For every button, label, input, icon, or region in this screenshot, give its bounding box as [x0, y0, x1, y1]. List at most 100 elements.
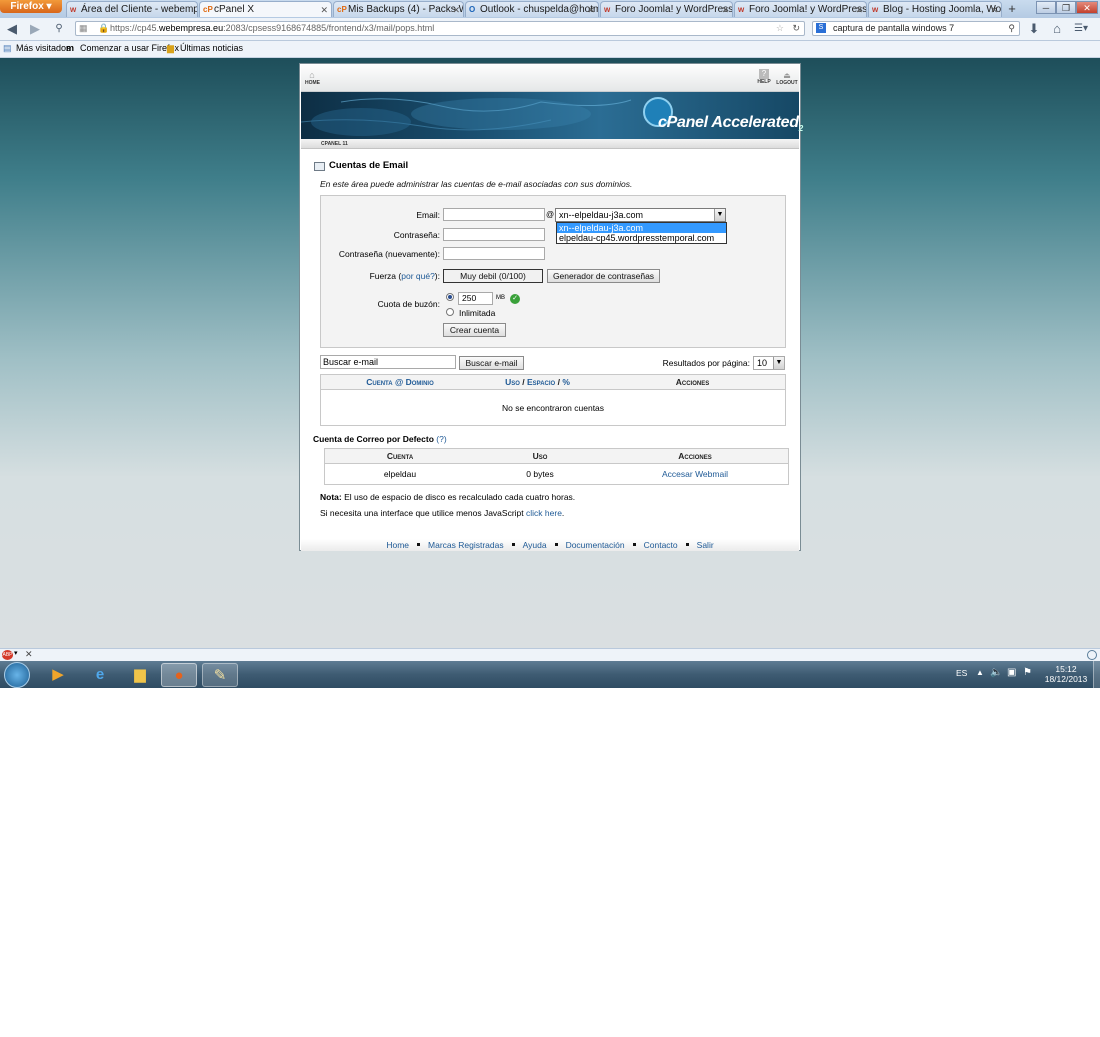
media-player-icon[interactable]: ▶ — [40, 663, 76, 687]
maximize-icon[interactable]: ❐ — [1056, 1, 1076, 14]
clock[interactable]: 15:12 18/12/2013 — [1040, 664, 1092, 684]
firefox-menu-button[interactable]: Firefox ▾ — [0, 0, 62, 13]
sync-icon[interactable] — [1087, 650, 1097, 660]
close-tab-icon[interactable]: ✕ — [587, 2, 595, 17]
downloads-icon[interactable]: ⬇ — [1025, 21, 1043, 37]
col-usage-sep: / — [522, 377, 525, 387]
domain-select[interactable]: xn--elpeldau-j3a.com — [555, 208, 726, 222]
paint-taskbar-icon[interactable]: ✎ — [202, 663, 238, 687]
tab-label: Foro Joomla! y WordPress :: ... — [615, 4, 733, 15]
bookmark-comenzar-firefox[interactable]: Comenzar a usar Firefox — [80, 41, 179, 56]
bookmark-ultimas-noticias[interactable]: Últimas noticias — [180, 41, 243, 56]
footer-contact-link[interactable]: Contacto — [644, 540, 678, 550]
close-tab-icon[interactable]: ✕ — [990, 2, 998, 17]
file-explorer-icon[interactable]: ▆ — [122, 663, 158, 687]
search-email-button[interactable]: Buscar e-mail — [459, 356, 524, 370]
close-tab-icon[interactable]: ✕ — [721, 2, 729, 17]
url-bar[interactable]: ▦ 🔒 https://cp45.webempresa.eu:2083/cpse… — [75, 21, 805, 36]
chevron-down-icon[interactable]: ▾ — [14, 649, 18, 657]
search-icon[interactable]: ⚲ — [1008, 22, 1015, 35]
quota-radio-limited[interactable] — [446, 293, 454, 301]
clock-date: 18/12/2013 — [1044, 674, 1088, 684]
tab-groups-icon[interactable]: ⚲ — [50, 21, 68, 37]
password-again-field[interactable] — [443, 247, 545, 260]
page-description: En este área puede administrar las cuent… — [320, 179, 633, 189]
close-tab-icon[interactable]: ✕ — [320, 2, 328, 17]
search-bar[interactable]: S captura de pantalla windows 7 ⚲ — [812, 21, 1020, 36]
footer-trademarks-link[interactable]: Marcas Registradas — [428, 540, 504, 550]
per-page-select[interactable]: 10 ▼ — [753, 356, 785, 370]
footer-logout-link[interactable]: Salir — [697, 540, 714, 550]
search-value: captura de pantalla windows 7 — [833, 23, 955, 33]
home-link[interactable]: ⌂ HOME — [305, 70, 320, 87]
domain-option[interactable]: xn--elpeldau-j3a.com — [557, 223, 726, 233]
minimize-icon[interactable]: ─ — [1036, 1, 1056, 14]
search-email-input[interactable]: Buscar e-mail — [320, 355, 456, 369]
help-icon: ? — [759, 69, 769, 79]
email-field[interactable] — [443, 208, 545, 221]
access-webmail-link[interactable]: Accesar Webmail — [640, 469, 750, 479]
window-close-icon[interactable]: ✕ — [1076, 1, 1098, 14]
new-tab-button[interactable]: + — [1003, 1, 1021, 17]
firefox-menu-label: Firefox — [10, 1, 44, 12]
show-desktop-button[interactable] — [1093, 661, 1100, 688]
forward-arrow-icon[interactable]: ▶ — [26, 21, 44, 37]
back-arrow-icon[interactable]: ◀ — [3, 21, 21, 37]
tab-foro-joomla-1[interactable]: w Foro Joomla! y WordPress :: ...✕ — [600, 1, 733, 17]
col-percent-link[interactable]: % — [562, 377, 570, 387]
home-icon: ⌂ — [309, 70, 315, 80]
chevron-down-icon[interactable]: ▼ — [773, 357, 784, 369]
home-label: HOME — [305, 80, 320, 86]
footer-docs-link[interactable]: Documentación — [566, 540, 625, 550]
close-addon-bar-icon[interactable]: ✕ — [25, 649, 33, 660]
password-field[interactable] — [443, 228, 545, 241]
lock-icon: 🔒 — [98, 23, 110, 33]
quota-radio-unlimited[interactable] — [446, 308, 454, 316]
bookmark-mas-visitados[interactable]: Más visitados — [16, 41, 71, 56]
bookmark-star-icon[interactable]: ☆ — [776, 22, 784, 35]
network-icon[interactable]: ▣ — [1007, 667, 1016, 678]
click-here-link[interactable]: click here — [526, 508, 562, 518]
password-generator-button[interactable]: Generador de contraseñas — [547, 269, 660, 283]
menu-icon[interactable]: ☰▾ — [1072, 21, 1090, 37]
footer-help-link[interactable]: Ayuda — [523, 540, 547, 550]
tab-blog-hosting[interactable]: w Blog - Hosting Joomla, Wor... ✕ — [868, 1, 1002, 17]
firefox-taskbar-icon[interactable]: ● — [161, 663, 197, 687]
show-hidden-icons-icon[interactable]: ▲ — [976, 668, 984, 677]
chevron-down-icon[interactable]: ▼ — [714, 209, 725, 221]
cpanel-favicon-icon: cP — [337, 5, 347, 14]
unlimited-label: Inlimitada — [459, 308, 496, 318]
abp-icon[interactable]: ABP — [2, 650, 13, 660]
tab-foro-joomla-2[interactable]: w Foro Joomla! y WordPress :: ...✕ — [734, 1, 867, 17]
col-account-domain[interactable]: Cuenta @ Dominio — [330, 377, 470, 387]
cpanel-favicon-icon: cP — [203, 5, 213, 14]
tab-mis-backups[interactable]: cPMis Backups (4) - Packs Web...✕ — [333, 1, 464, 17]
close-tab-icon[interactable]: ✕ — [855, 2, 863, 17]
footer-home-link[interactable]: Home — [386, 540, 409, 550]
col-space-link[interactable]: Espacio — [527, 377, 555, 387]
tab-outlook[interactable]: O Outlook - chuspelda@hotm... ✕ — [465, 1, 599, 17]
identity-icon[interactable]: ▦ — [79, 22, 88, 35]
domain-option[interactable]: elpeldau-cp45.wordpresstemporal.com — [557, 233, 726, 243]
col-usage-link[interactable]: Uso — [505, 377, 520, 387]
help-link[interactable]: ? HELP — [757, 69, 771, 85]
language-indicator[interactable]: ES — [956, 668, 967, 678]
internet-explorer-icon[interactable]: e — [82, 663, 118, 687]
close-tab-icon[interactable]: ✕ — [452, 2, 460, 17]
create-account-button[interactable]: Crear cuenta — [443, 323, 506, 337]
strength-why-link[interactable]: por qué? — [401, 271, 435, 281]
reload-icon[interactable]: ↻ — [792, 22, 800, 35]
tab-label: Blog - Hosting Joomla, Wor... — [883, 4, 1002, 15]
logout-link[interactable]: ⏏ LOGOUT — [776, 71, 798, 86]
tab-area-cliente[interactable]: w Área del Cliente - webempre... — [66, 1, 198, 17]
tab-cpanel[interactable]: cP cPanel X ✕ — [199, 1, 332, 17]
start-button-icon[interactable] — [4, 662, 30, 688]
home-icon[interactable]: ⌂ — [1048, 21, 1066, 37]
webempresa-favicon-icon: w — [70, 5, 77, 14]
search-engine-icon[interactable]: S — [816, 23, 826, 33]
default-account-help-link[interactable]: (?) — [436, 434, 446, 444]
volume-icon[interactable]: 🔈 — [990, 667, 1002, 678]
quota-label: Cuota de buzón: — [377, 299, 440, 309]
quota-input[interactable]: 250 — [458, 292, 493, 305]
action-center-flag-icon[interactable]: ⚑ — [1023, 667, 1032, 678]
